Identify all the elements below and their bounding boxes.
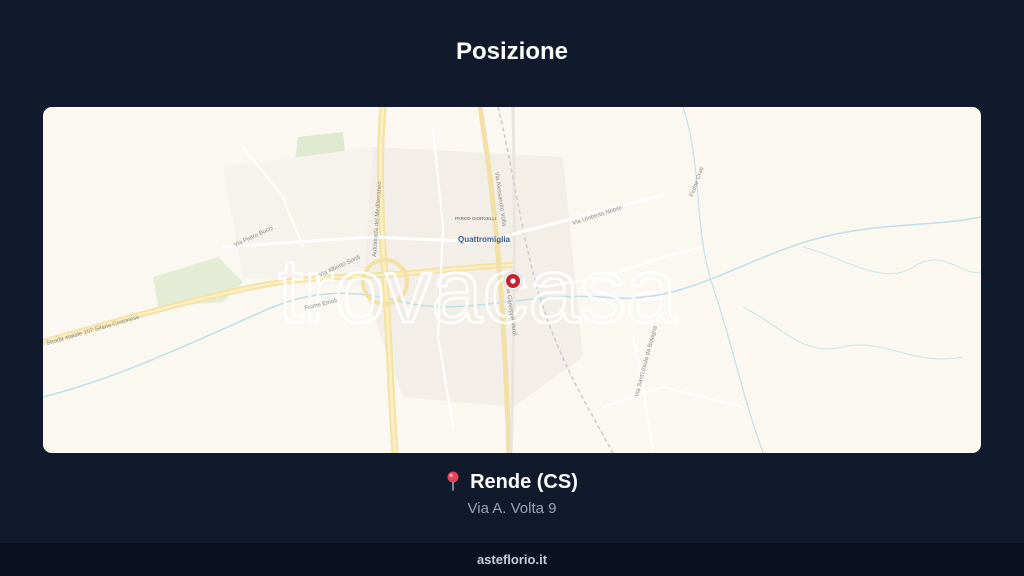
city-label: Rende (CS) bbox=[470, 471, 578, 493]
map-view[interactable]: trovacasa Quattromiglia PARCO GIORGELLI … bbox=[43, 107, 981, 453]
pin-icon bbox=[447, 471, 459, 491]
place-label: Quattromiglia bbox=[458, 235, 511, 244]
location-marker-icon[interactable] bbox=[503, 271, 523, 291]
page-title: Posizione bbox=[455, 38, 569, 65]
footer: asteflorio.it bbox=[0, 543, 1024, 576]
map-canvas[interactable]: trovacasa Quattromiglia PARCO GIORGELLI … bbox=[43, 107, 981, 453]
location-title: Rende (CS) bbox=[0, 471, 1024, 494]
poi-label: PARCO GIORGELLI bbox=[455, 216, 496, 221]
footer-site-link[interactable]: asteflorio.it bbox=[0, 552, 1024, 567]
map-watermark: trovacasa bbox=[278, 240, 678, 342]
address-label: Via A. Volta 9 bbox=[467, 500, 557, 517]
